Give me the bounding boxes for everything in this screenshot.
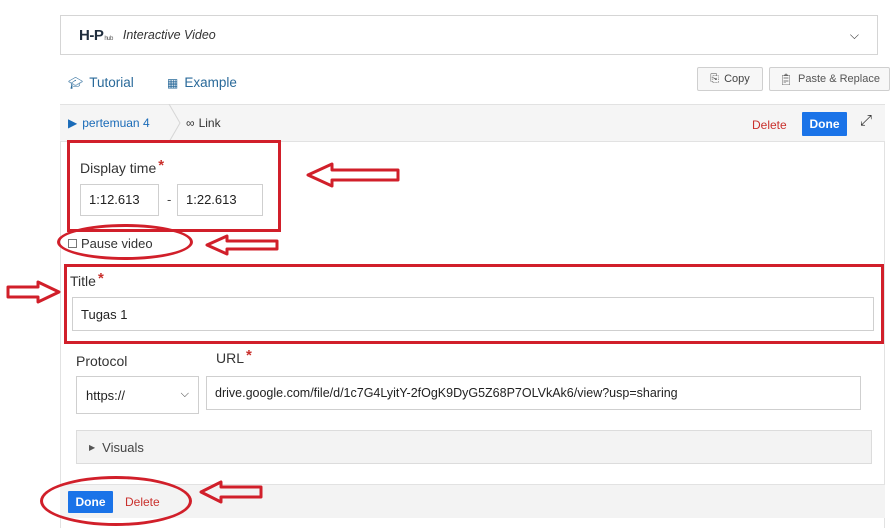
done-button[interactable]: Done [802, 112, 847, 136]
annotation-box-title [64, 264, 884, 344]
protocol-value: https:// [86, 388, 126, 403]
visuals-label: Visuals [102, 439, 144, 455]
breadcrumb-current: ∞ Link [186, 116, 221, 130]
annotation-arrow-left-icon [199, 480, 263, 504]
delete-button[interactable]: Delete [752, 118, 787, 132]
url-input[interactable]: drive.google.com/file/d/1c7G4LyitY-2fOgK… [206, 376, 861, 410]
breadcrumb-parent-label: pertemuan 4 [82, 116, 150, 130]
annotation-box-display-time [67, 140, 281, 232]
caret-right-icon: ▶ [89, 442, 96, 452]
expand-icon[interactable]: ⤢ [860, 112, 872, 129]
play-circle-icon: ▶︎ [68, 116, 78, 130]
chevron-down-icon[interactable]: ⌵ [850, 28, 859, 43]
breadcrumb-current-label: Link [198, 116, 221, 130]
h5p-logo: H-Phub [79, 26, 113, 44]
example-label: Example [184, 75, 237, 90]
example-link[interactable]: ▦ Example [167, 75, 237, 90]
chevron-down-icon: ⌵ [180, 388, 189, 400]
content-type-title: Interactive Video [122, 28, 216, 42]
graduation-cap-icon: 🎓︎ [68, 75, 84, 90]
annotation-arrow-left-icon [205, 234, 279, 256]
protocol-select[interactable]: https:// ⌵ [76, 376, 199, 414]
copy-button[interactable]: ⎘ Copy [697, 67, 763, 91]
tutorial-link[interactable]: 🎓︎ Tutorial [68, 75, 134, 90]
copy-label: Copy [724, 73, 750, 85]
url-label: URL * [216, 347, 252, 366]
protocol-label: Protocol [76, 353, 128, 369]
paste-replace-label: Paste & Replace [798, 73, 880, 85]
breadcrumb-separator [168, 104, 181, 142]
clipboard-icon: 📋︎ [779, 73, 794, 86]
annotation-arrow-left-icon [306, 162, 400, 188]
content-type-header[interactable]: H-Phub Interactive Video ⌵ [60, 15, 878, 55]
paste-replace-button[interactable]: 📋︎ Paste & Replace [769, 67, 890, 91]
link-icon: ∞ [186, 116, 195, 130]
tutorial-label: Tutorial [89, 75, 134, 90]
visuals-group-toggle[interactable]: ▶ Visuals [76, 430, 872, 464]
annotation-ellipse-footer [40, 476, 192, 526]
copy-icon: ⎘ [710, 72, 720, 85]
annotation-arrow-right-icon [6, 280, 61, 304]
breadcrumb-parent[interactable]: ▶︎ pertemuan 4 [68, 116, 150, 130]
annotation-ellipse-pause [57, 224, 193, 260]
book-icon: ▦ [167, 75, 179, 90]
